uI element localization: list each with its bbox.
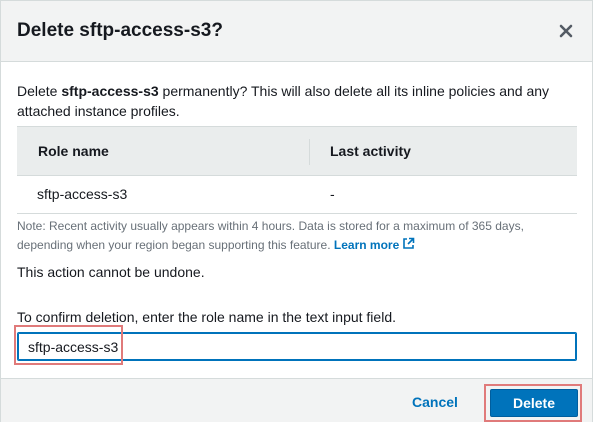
learn-more-label: Learn more xyxy=(333,238,400,252)
table-row: sftp-access-s3 - xyxy=(17,176,577,214)
cell-last-activity: - xyxy=(330,186,335,202)
close-icon[interactable] xyxy=(556,21,576,41)
delete-description: Delete sftp-access-s3 permanently? This … xyxy=(17,81,577,121)
column-header-role-name[interactable]: Role name xyxy=(38,143,109,159)
note-text: Note: Recent activity usually appears wi… xyxy=(17,219,524,252)
dialog-header: Delete sftp-access-s3? xyxy=(1,1,592,62)
description-prefix: Delete xyxy=(17,83,62,99)
delete-button[interactable]: Delete xyxy=(490,389,578,417)
description-role-name: sftp-access-s3 xyxy=(61,83,159,99)
confirm-input-wrapper[interactable] xyxy=(17,332,577,361)
column-divider xyxy=(309,139,310,165)
dialog-footer: Cancel Delete xyxy=(1,378,592,422)
cell-role-name: sftp-access-s3 xyxy=(37,186,128,202)
external-link-icon xyxy=(402,237,415,256)
cancel-button[interactable]: Cancel xyxy=(400,389,470,415)
activity-note: Note: Recent activity usually appears wi… xyxy=(17,217,577,256)
confirm-label: To confirm deletion, enter the role name… xyxy=(17,309,396,325)
undone-warning: This action cannot be undone. xyxy=(17,264,205,280)
dialog-title: Delete sftp-access-s3? xyxy=(17,20,223,41)
confirm-role-name-input[interactable] xyxy=(18,333,576,360)
delete-role-dialog: Delete sftp-access-s3? Delete sftp-acces… xyxy=(0,0,593,422)
column-header-last-activity[interactable]: Last activity xyxy=(330,143,411,159)
roles-table: Role name Last activity sftp-access-s3 - xyxy=(17,126,577,214)
table-header: Role name Last activity xyxy=(17,126,577,176)
dialog-body: Delete sftp-access-s3 permanently? This … xyxy=(1,62,592,378)
close-icon-glyph xyxy=(559,24,573,38)
learn-more-link[interactable]: Learn more xyxy=(333,237,415,252)
